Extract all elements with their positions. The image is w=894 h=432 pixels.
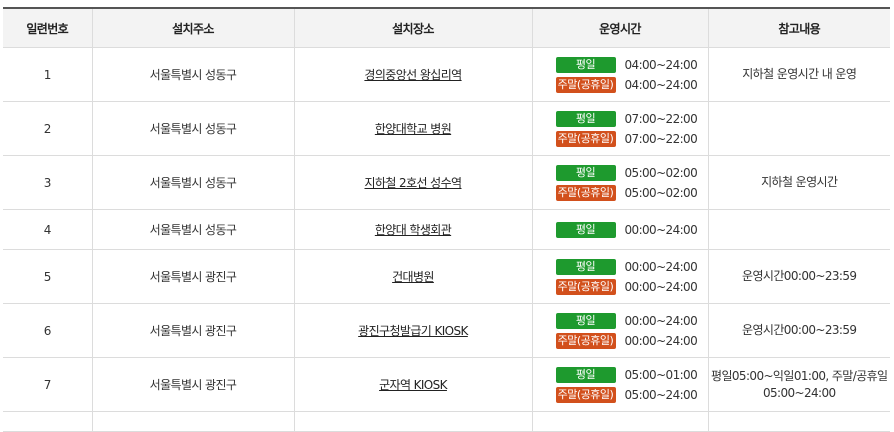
table-row: 7 서울특별시 광진구 군자역 KIOSK 평일 05:00~01:00 주말(공… [3, 357, 890, 412]
weekend-badge: 주말(공휴일) [555, 278, 616, 295]
row-address: 서울특별시 성동구 [92, 209, 295, 250]
row-serial-number: 5 [3, 249, 93, 304]
row-note: 지하철 운영시간 내 운영 [708, 47, 890, 102]
row-place-cell: 광진구청발급기 KIOSK [294, 303, 533, 358]
row-place-cell: 한양대학교 병원 [294, 101, 533, 156]
kiosk-location-table: 일련번호 설치주소 설치장소 운영시간 참고내용 1 서울특별시 성동구 경의중… [3, 7, 890, 432]
header-serial-number: 일련번호 [3, 7, 93, 48]
weekday-badge: 평일 [555, 258, 616, 275]
result-table-container: 일련번호 설치주소 설치장소 운영시간 참고내용 1 서울특별시 성동구 경의중… [0, 0, 894, 432]
row-hours-cell: 평일 05:00~01:00 주말(공휴일) 05:00~24:00 [532, 357, 709, 412]
table-row: 2 서울특별시 성동구 한양대학교 병원 평일 07:00~22:00 주말(공휴… [3, 101, 890, 156]
row-hours-cell: 평일 00:00~24:00 [532, 209, 709, 250]
weekday-time: 00:00~24:00 [624, 222, 698, 237]
row-hours-cell: 평일 00:00~24:00 주말(공휴일) 00:00~24:00 [532, 303, 709, 358]
weekday-time: 07:00~22:00 [624, 111, 698, 126]
weekend-badge: 주말(공휴일) [555, 386, 616, 403]
place-link[interactable]: 건대병원 [392, 270, 434, 284]
weekday-time: 05:00~01:00 [624, 367, 698, 382]
weekday-time: 00:00~24:00 [624, 259, 698, 274]
place-link[interactable]: 광진구청발급기 KIOSK [358, 324, 468, 338]
table-row: 5 서울특별시 광진구 건대병원 평일 00:00~24:00 주말(공휴일) 00… [3, 249, 890, 304]
row-address: 서울특별시 성동구 [92, 47, 295, 102]
place-link[interactable]: 군자역 KIOSK [379, 378, 447, 392]
weekday-badge: 평일 [555, 110, 616, 127]
row-serial-number: 3 [3, 155, 93, 210]
weekend-time: 00:00~24:00 [624, 279, 698, 294]
row-note: 운영시간00:00~23:59 [708, 303, 890, 358]
row-address: 서울특별시 광진구 [92, 357, 295, 412]
table-row: 4 서울특별시 성동구 한양대 학생회관 평일 00:00~24:00 [3, 209, 890, 250]
row-hours-cell: 평일 04:00~24:00 주말(공휴일) 04:00~24:00 [532, 47, 709, 102]
header-notes: 참고내용 [708, 7, 890, 48]
weekend-time: 00:00~24:00 [624, 333, 698, 348]
weekday-time: 00:00~24:00 [624, 313, 698, 328]
header-install-address: 설치주소 [92, 7, 295, 48]
row-note: 지하철 운영시간 [708, 155, 890, 210]
table-row: 3 서울특별시 성동구 지하철 2호선 성수역 평일 05:00~02:00 주말… [3, 155, 890, 210]
place-link[interactable]: 지하철 2호선 성수역 [365, 176, 463, 190]
row-hours-cell: 평일 07:00~22:00 주말(공휴일) 07:00~22:00 [532, 101, 709, 156]
weekday-badge: 평일 [555, 164, 616, 181]
row-address: 서울특별시 성동구 [92, 155, 295, 210]
weekend-time: 05:00~24:00 [624, 387, 698, 402]
header-operating-hours: 운영시간 [532, 7, 709, 48]
weekday-badge: 평일 [555, 312, 616, 329]
place-link[interactable]: 경의중앙선 왕십리역 [364, 68, 462, 82]
row-place-cell: 경의중앙선 왕십리역 [294, 47, 533, 102]
row-place-cell: 한양대 학생회관 [294, 209, 533, 250]
row-serial-number: 1 [3, 47, 93, 102]
header-install-place: 설치장소 [294, 7, 533, 48]
weekday-time: 05:00~02:00 [624, 165, 698, 180]
row-serial-number: 4 [3, 209, 93, 250]
row-serial-number: 6 [3, 303, 93, 358]
row-note [708, 101, 890, 156]
weekend-time: 07:00~22:00 [624, 131, 698, 146]
row-address: 서울특별시 광진구 [92, 249, 295, 304]
row-serial-number: 7 [3, 357, 93, 412]
weekday-badge: 평일 [555, 366, 616, 383]
row-place-cell: 건대병원 [294, 249, 533, 304]
weekend-time: 04:00~24:00 [624, 77, 698, 92]
weekday-badge: 평일 [555, 56, 616, 73]
row-place-cell: 군자역 KIOSK [294, 357, 533, 412]
row-address: 서울특별시 광진구 [92, 303, 295, 358]
weekend-badge: 주말(공휴일) [555, 184, 616, 201]
place-link[interactable]: 한양대학교 병원 [375, 122, 452, 136]
row-place-cell: 지하철 2호선 성수역 [294, 155, 533, 210]
table-row: 6 서울특별시 광진구 광진구청발급기 KIOSK 평일 00:00~24:00 … [3, 303, 890, 358]
row-address: 서울특별시 성동구 [92, 101, 295, 156]
place-link[interactable]: 한양대 학생회관 [375, 223, 452, 237]
weekend-badge: 주말(공휴일) [555, 332, 616, 349]
weekend-badge: 주말(공휴일) [555, 76, 616, 93]
weekend-time: 05:00~02:00 [624, 185, 698, 200]
row-hours-cell: 평일 00:00~24:00 주말(공휴일) 00:00~24:00 [532, 249, 709, 304]
table-header-row: 일련번호 설치주소 설치장소 운영시간 참고내용 [3, 7, 890, 48]
row-note: 평일05:00~익일01:00, 주말/공휴일 05:00~24:00 [708, 357, 890, 412]
weekday-badge: 평일 [555, 221, 616, 238]
row-hours-cell: 평일 05:00~02:00 주말(공휴일) 05:00~02:00 [532, 155, 709, 210]
row-serial-number: 2 [3, 101, 93, 156]
weekday-time: 04:00~24:00 [624, 57, 698, 72]
table-row: 1 서울특별시 성동구 경의중앙선 왕십리역 평일 04:00~24:00 주말(… [3, 47, 890, 102]
row-note [708, 209, 890, 250]
row-note: 운영시간00:00~23:59 [708, 249, 890, 304]
weekend-badge: 주말(공휴일) [555, 130, 616, 147]
